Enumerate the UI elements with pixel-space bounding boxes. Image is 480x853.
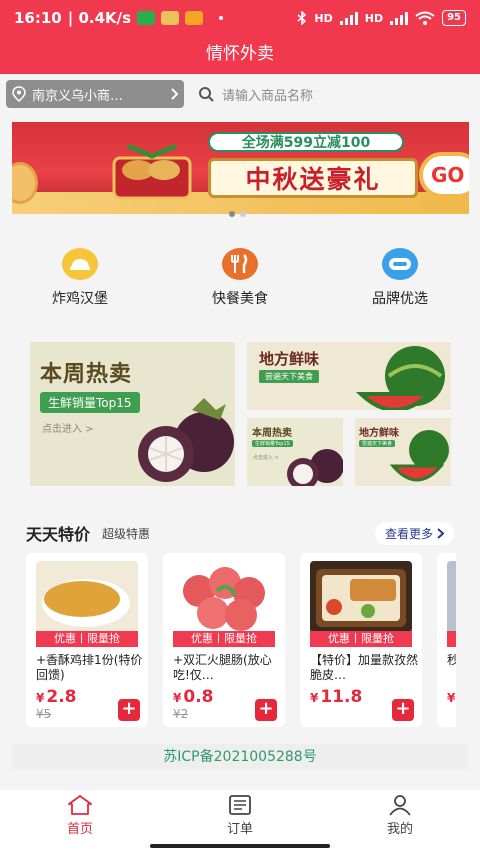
- add-to-cart-button[interactable]: +: [392, 699, 414, 721]
- bluetooth-icon: [297, 11, 307, 25]
- product-price: ¥11.8: [310, 687, 363, 707]
- product-price: ¥2.8: [36, 687, 77, 707]
- chevron-right-icon: [171, 88, 178, 100]
- search-row: 南京义乌小商… 请输入商品名称: [0, 74, 480, 114]
- mooncake-basket-image: [112, 143, 192, 200]
- location-selector[interactable]: 南京义乌小商…: [6, 80, 184, 108]
- fork-knife-icon: [222, 248, 258, 280]
- section-subtitle: 超级特惠: [102, 526, 151, 541]
- brand-icon: [382, 248, 418, 280]
- more-notifications-icon: [219, 16, 224, 20]
- promo-banner[interactable]: 全场满599立减100 中秋送豪礼 GO: [12, 122, 469, 214]
- page-title: 情怀外卖: [0, 36, 480, 74]
- icp-record[interactable]: 苏ICP备2021005288号: [12, 744, 468, 770]
- location-label: 南京义乌小商…: [32, 88, 124, 104]
- deals-carousel[interactable]: 优惠丨限量抢 +香酥鸡排1份(特价回馈) ¥2.8 ¥5 + 优惠丨限量抢 +双…: [26, 553, 456, 727]
- profile-icon: [389, 795, 411, 816]
- banner-go-button[interactable]: GO: [419, 152, 469, 198]
- status-bar: 16:10 | 0.4K/s HD HD 95: [0, 0, 480, 36]
- app-notification-icon: [161, 11, 180, 25]
- battery-icon: 95: [442, 10, 466, 26]
- deal-card[interactable]: 优惠丨限量抢 +香酥鸡排1份(特价回馈) ¥2.8 ¥5 +: [26, 553, 148, 727]
- nav-label: 我的: [386, 822, 413, 837]
- original-price: ¥5: [36, 707, 52, 721]
- watermelon-image: [389, 430, 449, 482]
- pagination-dot: [229, 211, 235, 217]
- nav-label: 订单: [226, 822, 253, 837]
- fried-chicken-icon: [62, 248, 98, 280]
- add-to-cart-button[interactable]: +: [255, 699, 277, 721]
- deal-card[interactable]: 优 秒 ¥: [437, 553, 456, 727]
- promo-weekly-hot[interactable]: 本周热卖 生鲜销量Top15 点击进入 >: [30, 342, 235, 486]
- category-brand[interactable]: 品牌优选: [320, 248, 480, 308]
- signal-icon: [339, 11, 358, 25]
- product-image: [173, 561, 275, 633]
- product-name: 【特价】加量款孜然脆皮…: [310, 653, 418, 682]
- search-placeholder: 请输入商品名称: [222, 88, 314, 104]
- product-image: [36, 561, 138, 633]
- wechat-icon: [137, 11, 156, 25]
- product-name: +双汇火腿肠(放心吃!仅…: [173, 653, 272, 682]
- category-label: 品牌优选: [372, 291, 428, 307]
- search-icon: [199, 87, 214, 102]
- search-input[interactable]: 请输入商品名称: [184, 80, 474, 108]
- category-fast-food[interactable]: 快餐美食: [160, 248, 320, 308]
- deals-section-header: 天天特价 超级特惠 查看更多: [0, 520, 480, 546]
- home-icon: [68, 795, 92, 815]
- deal-card[interactable]: 优惠丨限量抢 +双汇火腿肠(放心吃!仅… ¥0.8 ¥2 +: [163, 553, 285, 727]
- product-image: [310, 561, 412, 633]
- product-price: ¥0.8: [173, 687, 214, 707]
- signal-icon-2: [390, 11, 409, 25]
- promo-local-fresh-small[interactable]: 地方鲜味 尝遍天下美食: [355, 418, 451, 486]
- network-label-2: HD: [364, 11, 384, 25]
- wifi-icon: [415, 11, 435, 25]
- location-pin-icon: [12, 86, 26, 102]
- original-price: ¥2: [173, 707, 189, 721]
- watermelon-image: [355, 346, 445, 410]
- product-name: +香酥鸡排1份(特价回馈): [36, 653, 143, 682]
- network-label-1: HD: [314, 11, 333, 25]
- product-image: [447, 561, 456, 633]
- product-name: 秒: [447, 653, 456, 667]
- deal-card[interactable]: 优惠丨限量抢 【特价】加量款孜然脆皮… ¥11.8 +: [300, 553, 422, 727]
- category-label: 快餐美食: [212, 291, 268, 307]
- deal-tag: 优: [447, 631, 456, 647]
- pagination-dot: [240, 211, 246, 217]
- category-label: 炸鸡汉堡: [52, 291, 108, 307]
- nav-profile[interactable]: 我的: [320, 790, 480, 853]
- promo-local-fresh[interactable]: 地方鲜味 尝遍天下美食: [247, 342, 451, 410]
- status-time: 16:10: [14, 9, 62, 27]
- app-notification-icon-2: [185, 11, 204, 25]
- nav-home[interactable]: 首页: [0, 790, 160, 853]
- banner-main-text: 中秋送豪礼: [208, 158, 418, 198]
- product-price: ¥: [447, 691, 456, 705]
- promo-tag: 尝遍天下美食: [259, 370, 319, 383]
- mangosteen-image: [287, 449, 343, 486]
- deal-tag: 优惠丨限量抢: [36, 631, 138, 647]
- status-speed: | 0.4K/s: [67, 9, 132, 27]
- nav-label: 首页: [66, 822, 93, 837]
- banner-discount-text: 全场满599立减100: [208, 132, 404, 152]
- deal-tag: 优惠丨限量抢: [173, 631, 275, 647]
- chevron-right-icon: [437, 527, 444, 539]
- promo-title: 本周热卖: [252, 428, 292, 439]
- section-title: 天天特价: [26, 525, 91, 544]
- category-fried-chicken[interactable]: 炸鸡汉堡: [0, 248, 160, 308]
- banner-pagination: [229, 211, 246, 217]
- promo-title: 地方鲜味: [259, 350, 320, 368]
- orders-icon: [229, 795, 251, 815]
- gesture-bar[interactable]: [150, 844, 330, 848]
- category-row: 炸鸡汉堡 快餐美食 品牌优选: [0, 248, 480, 308]
- see-more-label: 查看更多: [384, 526, 433, 541]
- promo-link: 点击进入 >: [253, 455, 279, 461]
- see-more-button[interactable]: 查看更多: [374, 521, 454, 545]
- promo-title: 本周热卖: [40, 362, 133, 387]
- deal-tag: 优惠丨限量抢: [310, 631, 412, 647]
- promo-weekly-hot-small[interactable]: 本周热卖 生鲜销量Top15 点击进入 >: [247, 418, 343, 486]
- add-to-cart-button[interactable]: +: [118, 699, 140, 721]
- mangosteen-image: [138, 398, 234, 482]
- promo-link: 点击进入 >: [42, 424, 94, 435]
